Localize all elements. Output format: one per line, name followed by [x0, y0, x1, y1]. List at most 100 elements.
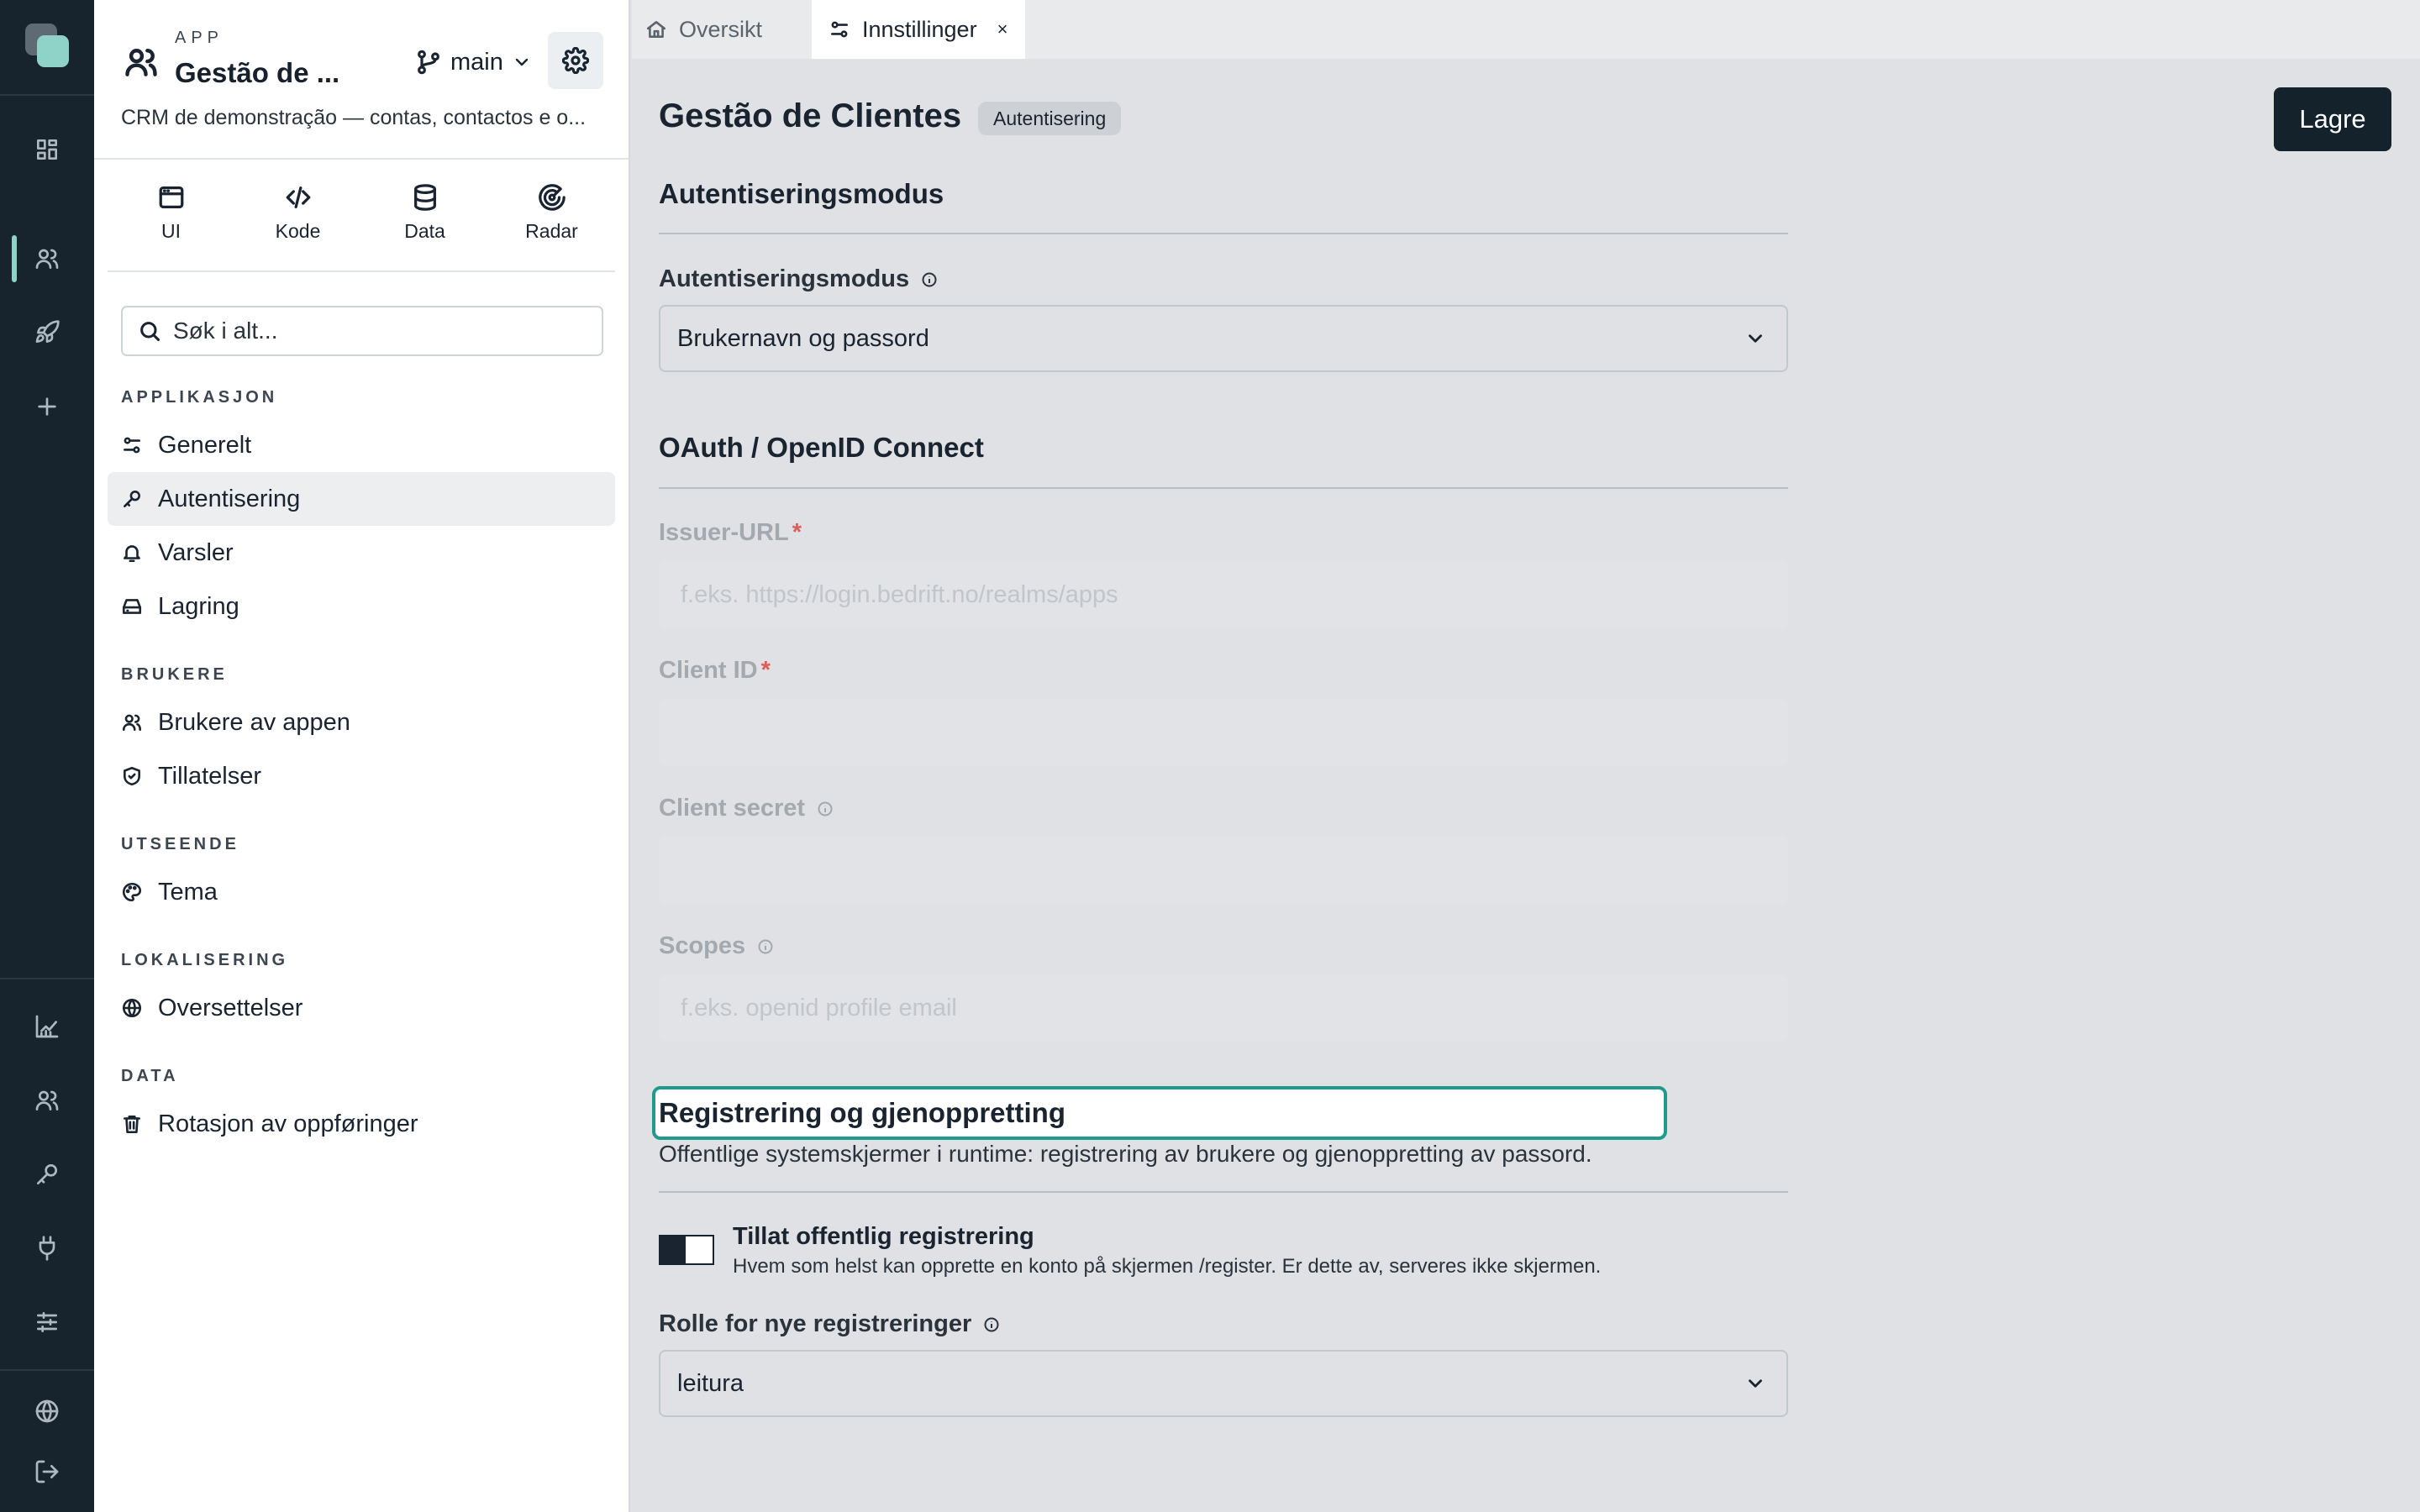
settings-sidebar: APP Gestão de ... main CRM de demonstraç…	[94, 0, 630, 1512]
nav-section-title: LOKALISERING	[121, 951, 289, 969]
key-icon[interactable]	[30, 1158, 64, 1191]
info-icon[interactable]	[983, 1316, 1000, 1333]
chart-icon[interactable]	[30, 1010, 64, 1043]
label-text: Scopes	[659, 932, 746, 959]
palette-icon	[122, 882, 142, 902]
rail-divider	[0, 1369, 94, 1371]
section-title-auth: Autentiseringsmodus	[659, 178, 944, 209]
plus-icon[interactable]	[30, 390, 64, 423]
app-description: CRM de demonstração — contas, contactos …	[121, 106, 587, 129]
globe-icon[interactable]	[30, 1394, 64, 1428]
sidebar-item-autentisering[interactable]: Autentisering	[108, 472, 615, 526]
search-box	[121, 306, 603, 356]
client-id-field[interactable]	[659, 699, 1788, 766]
logout-icon[interactable]	[30, 1455, 64, 1488]
sidebar-item-generelt[interactable]: Generelt	[108, 418, 615, 472]
client-secret-field[interactable]	[659, 837, 1788, 904]
scopes-field[interactable]: f.eks. openid profile email	[659, 974, 1788, 1042]
logo[interactable]	[24, 22, 71, 69]
sidebar-item-oversettelser[interactable]: Oversettelser	[108, 981, 615, 1035]
auth-mode-label: Autentiseringsmodus	[659, 265, 938, 293]
users-icon[interactable]	[30, 242, 64, 276]
tab-innstillinger[interactable]: Innstillinger ×	[812, 0, 1025, 59]
app-name: Gestão de ...	[175, 57, 340, 88]
info-icon[interactable]	[757, 938, 774, 955]
label-text: Issuer-URL	[659, 519, 789, 546]
tool-switcher: UI Kode Data Radar	[108, 178, 615, 262]
chevron-down-icon	[515, 58, 529, 66]
section-divider	[659, 1191, 1788, 1193]
tool-label: Radar	[525, 220, 578, 242]
sliders-icon[interactable]	[30, 1305, 64, 1339]
select-value: leitura	[677, 1369, 744, 1397]
sidebar-item-label: Autentisering	[158, 485, 301, 512]
field-placeholder: f.eks. openid profile email	[681, 994, 957, 1021]
plug-icon[interactable]	[30, 1231, 64, 1265]
settings-sliders-icon	[124, 437, 140, 454]
sidebar-item-varsler[interactable]: Varsler	[108, 526, 615, 580]
tab-oversikt[interactable]: Oversikt	[645, 0, 802, 59]
settings-sliders-icon	[831, 21, 848, 38]
users-icon[interactable]	[30, 1084, 64, 1117]
required-mark: *	[760, 657, 771, 684]
sidebar-item-label: Lagring	[158, 592, 239, 620]
role-select[interactable]: leitura	[659, 1350, 1788, 1417]
sidebar-item-lagring[interactable]: Lagring	[108, 580, 615, 633]
info-icon[interactable]	[817, 801, 834, 817]
tool-data[interactable]: Data	[361, 178, 488, 262]
app-settings-button[interactable]	[548, 32, 603, 89]
client-secret-label: Client secret	[659, 795, 834, 822]
sidebar-item-label: Oversettelser	[158, 994, 303, 1021]
tool-ui[interactable]: UI	[108, 178, 234, 262]
sidebar-item-label: Varsler	[158, 538, 234, 566]
rocket-icon[interactable]	[30, 316, 64, 349]
key-icon	[124, 491, 140, 507]
gear-icon	[562, 47, 589, 74]
hard-drive-icon	[122, 599, 142, 614]
scopes-label: Scopes	[659, 932, 774, 960]
tool-label: Data	[404, 220, 445, 242]
sidebar-divider	[108, 270, 615, 272]
home-icon	[646, 21, 666, 38]
users-icon	[122, 714, 142, 731]
nav-section-title: UTSEENDE	[121, 835, 239, 853]
rail-divider	[0, 978, 94, 979]
issuer-url-field[interactable]: f.eks. https://login.bedrift.no/realms/a…	[659, 561, 1788, 628]
close-icon[interactable]: ×	[997, 18, 1008, 40]
sidebar-item-rotasjon[interactable]: Rotasjon av oppføringer	[108, 1097, 615, 1151]
required-mark: *	[792, 519, 802, 546]
app-kicker: APP	[175, 29, 224, 47]
search-input[interactable]	[173, 318, 593, 344]
tool-kode[interactable]: Kode	[234, 178, 361, 262]
field-placeholder: f.eks. https://login.bedrift.no/realms/a…	[681, 580, 1118, 608]
sidebar-item-tema[interactable]: Tema	[108, 865, 615, 919]
toggle-description: Hvem som helst kan opprette en konto på …	[733, 1255, 1602, 1278]
nav-section-title: BRUKERE	[121, 665, 228, 684]
role-label: Rolle for nye registreringer	[659, 1310, 1000, 1338]
section-divider	[659, 233, 1788, 234]
auth-mode-select[interactable]: Brukernavn og passord	[659, 305, 1788, 372]
section-divider	[659, 487, 1788, 489]
sidebar-item-brukere-av-appen[interactable]: Brukere av appen	[108, 696, 615, 749]
branch-selector[interactable]: main	[415, 44, 532, 81]
select-value: Brukernavn og passord	[677, 324, 929, 352]
sidebar-item-label: Generelt	[158, 431, 252, 459]
code-icon	[286, 186, 310, 208]
dashboard-icon[interactable]	[30, 133, 64, 166]
app-rail	[0, 0, 94, 1512]
sidebar-item-label: Rotasjon av oppføringer	[158, 1110, 418, 1137]
search-icon	[140, 322, 160, 342]
label-text: Autentiseringsmodus	[659, 265, 910, 292]
info-icon[interactable]	[921, 271, 938, 288]
label-text: Client ID	[659, 657, 758, 684]
sidebar-item-label: Tema	[158, 878, 218, 906]
nav-section-title: DATA	[121, 1067, 179, 1085]
sidebar-item-tillatelser[interactable]: Tillatelser	[108, 749, 615, 803]
tool-radar[interactable]: Radar	[488, 178, 615, 262]
save-button[interactable]: Lagre	[2274, 87, 2391, 151]
public-registration-toggle[interactable]	[659, 1235, 714, 1265]
trash-icon	[124, 1116, 140, 1134]
branch-name: main	[450, 48, 503, 76]
sidebar-item-label: Tillatelser	[158, 762, 262, 790]
chevron-down-icon	[1749, 334, 1762, 343]
